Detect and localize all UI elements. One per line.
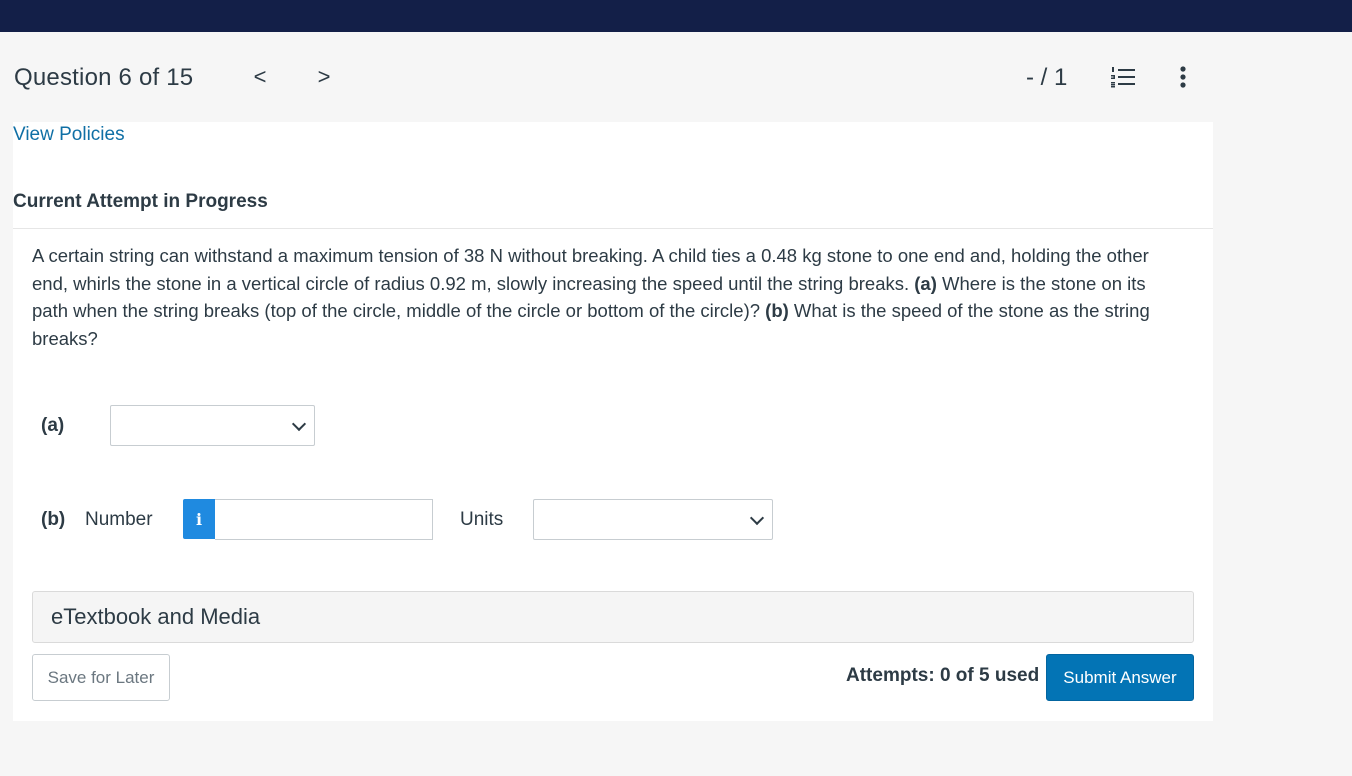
previous-question-button[interactable]: <	[248, 64, 272, 89]
next-question-button[interactable]: >	[312, 64, 336, 89]
more-options-icon[interactable]	[1176, 64, 1190, 90]
chevron-down-icon	[291, 416, 307, 431]
submit-answer-button[interactable]: Submit Answer	[1046, 654, 1194, 701]
question-title: Question 6 of 15	[14, 64, 194, 91]
question-header: Question 6 of 15 < > - / 1	[0, 32, 1352, 122]
part-b-label: (b)	[41, 509, 66, 530]
attempts-counter: Attempts: 0 of 5 used	[846, 665, 1040, 686]
attempt-heading: Current Attempt in Progress	[13, 191, 268, 212]
divider	[13, 228, 1213, 229]
view-policies-link[interactable]: View Policies	[13, 124, 125, 146]
chevron-right-icon: >	[317, 64, 331, 89]
etextbook-media-panel[interactable]: eTextbook and Media	[32, 591, 1194, 643]
save-for-later-button[interactable]: Save for Later	[32, 654, 170, 701]
question-list-icon[interactable]	[1110, 66, 1136, 88]
info-icon: i	[195, 509, 203, 529]
vertical-dots-icon	[1180, 66, 1186, 88]
question-text: A certain string can withstand a maximum…	[32, 242, 1182, 352]
top-bar	[0, 0, 1352, 32]
number-label: Number	[85, 509, 153, 530]
part-a-select[interactable]	[110, 405, 315, 446]
info-button[interactable]: i	[183, 499, 215, 539]
part-a-label: (a)	[41, 415, 65, 436]
number-input[interactable]	[215, 499, 433, 540]
numbered-list-icon	[1111, 67, 1135, 88]
question-part-a-marker: (a)	[914, 272, 937, 294]
units-select[interactable]	[533, 499, 773, 540]
units-label: Units	[460, 509, 504, 530]
chevron-left-icon: <	[253, 64, 267, 89]
chevron-down-icon	[749, 510, 765, 525]
etextbook-media-label: eTextbook and Media	[51, 604, 261, 629]
question-part-b-marker: (b)	[765, 300, 789, 321]
score-display: - / 1	[1026, 64, 1068, 91]
